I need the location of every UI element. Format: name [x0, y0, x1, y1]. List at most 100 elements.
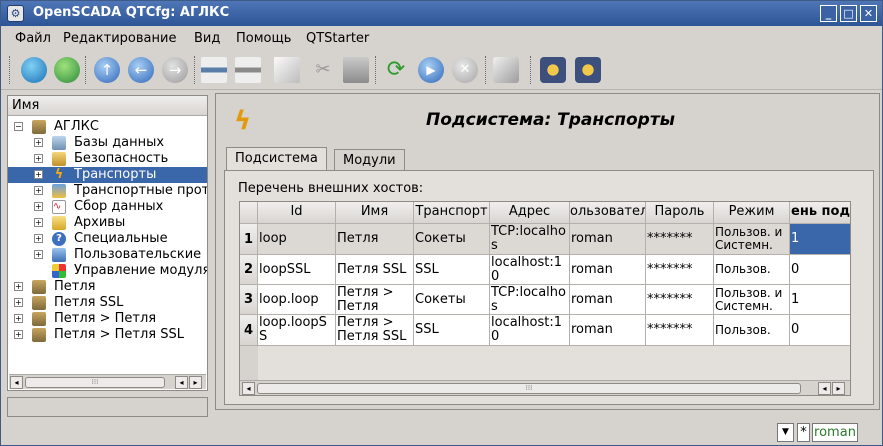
column-header[interactable]: ень под — [790, 202, 850, 224]
column-header[interactable]: Режим — [714, 202, 790, 224]
tree-item-archives[interactable]: + Архивы — [8, 215, 207, 231]
scroll-right-icon[interactable]: ▸ — [189, 376, 202, 389]
hosts-table[interactable]: Id Имя Транспорт Адрес ользовател Пароль Режим… — [239, 201, 851, 396]
table-cell[interactable]: ******* — [646, 255, 714, 285]
table-cell[interactable]: 0 — [790, 255, 850, 285]
copy-icon[interactable] — [274, 57, 300, 83]
table-cell[interactable]: ******* — [646, 285, 714, 315]
expand-icon[interactable]: + — [14, 330, 23, 339]
table-cell[interactable]: Сокеты — [414, 224, 490, 255]
menu-help[interactable]: Помощь — [236, 31, 291, 46]
toolbar-handle[interactable] — [9, 56, 11, 84]
back-icon[interactable]: ← — [128, 57, 154, 83]
paste-icon[interactable] — [343, 57, 369, 83]
table-cell[interactable]: Сокеты — [414, 285, 490, 315]
tab-modules[interactable]: Модули — [334, 149, 405, 171]
collapse-icon[interactable]: − — [14, 122, 23, 131]
table-cell[interactable]: roman — [570, 255, 646, 285]
forward-icon[interactable]: → — [162, 57, 188, 83]
dropdown-arrow-icon[interactable]: ▼ — [777, 423, 794, 442]
expand-icon[interactable]: + — [14, 314, 23, 323]
tree-item-loop-loop-ssl[interactable]: + Петля > Петля SSL — [8, 327, 207, 343]
column-header[interactable]: Пароль — [646, 202, 714, 224]
row-header[interactable]: 1 — [240, 224, 258, 255]
column-header[interactable]: Транспорт — [414, 202, 490, 224]
table-cell[interactable]: loop.loop — [258, 285, 336, 315]
table-cell[interactable]: ******* — [646, 315, 714, 346]
table-horizontal-scrollbar[interactable]: ◂ ⁞⁞⁞ ◂ ▸ — [240, 380, 850, 395]
column-header[interactable]: ользовател — [570, 202, 646, 224]
table-cell[interactable]: TCP:localhos — [490, 224, 570, 255]
db-save-icon[interactable] — [54, 57, 80, 83]
table-cell[interactable]: loopSSL — [258, 255, 336, 285]
expand-icon[interactable]: + — [34, 218, 43, 227]
refresh-icon[interactable]: ⟳ — [383, 57, 409, 83]
table-cell[interactable]: localhost:10 — [490, 255, 570, 285]
scroll-left-icon[interactable]: ◂ — [175, 376, 188, 389]
table-cell[interactable]: 1 — [790, 224, 850, 255]
scroll-left-icon[interactable]: ◂ — [10, 376, 23, 389]
expand-icon[interactable]: + — [34, 170, 43, 179]
maximize-button[interactable]: □ — [840, 5, 857, 22]
column-header[interactable]: Имя — [336, 202, 414, 224]
expand-icon[interactable]: + — [34, 138, 43, 147]
tree-item-transports[interactable]: + ϟ Транспорты — [8, 167, 207, 183]
tree-item-module-management[interactable]: Управление модуля — [8, 263, 207, 279]
scroll-right-icon[interactable]: ▸ — [832, 382, 845, 395]
menu-edit[interactable]: Редактирование — [63, 31, 176, 46]
table-cell[interactable]: ******* — [646, 224, 714, 255]
tree-item-databases[interactable]: + Базы данных — [8, 135, 207, 151]
close-button[interactable]: ✕ — [860, 5, 877, 22]
table-cell[interactable]: Пользов. и Системн. — [714, 224, 790, 255]
start-icon[interactable]: ▶ — [418, 57, 444, 83]
table-corner[interactable] — [240, 202, 258, 224]
scroll-thumb[interactable]: ⁞⁞⁞ — [257, 383, 801, 394]
expand-icon[interactable]: + — [34, 202, 43, 211]
expand-icon[interactable]: + — [34, 154, 43, 163]
tree-item-loop-loop[interactable]: + Петля > Петля — [8, 311, 207, 327]
tree-item-protocols[interactable]: + Транспортные прот — [8, 183, 207, 199]
add-item-icon[interactable] — [201, 57, 227, 83]
menu-qtstarter[interactable]: QTStarter — [306, 31, 369, 46]
table-cell[interactable]: localhost:10 — [490, 315, 570, 346]
tree-item-daq[interactable]: + ∿ Сбор данных — [8, 199, 207, 215]
db-load-icon[interactable] — [21, 57, 47, 83]
column-header[interactable]: Id — [258, 202, 336, 224]
stop-icon[interactable]: ✕ — [452, 57, 478, 83]
table-cell[interactable]: Петля > Петля SSL — [336, 315, 414, 346]
table-cell[interactable]: loop — [258, 224, 336, 255]
table-cell[interactable]: roman — [570, 315, 646, 346]
current-user[interactable]: roman — [812, 423, 858, 442]
table-cell[interactable]: Пользов. — [714, 315, 790, 346]
tree-item-special[interactable]: + ? Специальные — [8, 231, 207, 247]
table-cell[interactable]: loop.loopSS — [258, 315, 336, 346]
tree-item-loop[interactable]: + Петля — [8, 279, 207, 295]
table-cell[interactable]: SSL — [414, 255, 490, 285]
minimize-button[interactable]: _ — [820, 5, 837, 22]
table-cell[interactable]: Петля — [336, 224, 414, 255]
tab-subsystem[interactable]: Подсистема — [226, 147, 327, 172]
tree-item-user-interfaces[interactable]: + Пользовательские — [8, 247, 207, 263]
tree-header[interactable]: Имя — [8, 96, 207, 116]
table-cell[interactable]: 0 — [790, 315, 850, 346]
menu-view[interactable]: Вид — [194, 31, 220, 46]
expand-icon[interactable]: + — [14, 298, 23, 307]
whats-this-icon[interactable] — [493, 57, 519, 83]
cut-icon[interactable]: ✂ — [310, 57, 336, 83]
table-cell[interactable]: roman — [570, 224, 646, 255]
scroll-left-icon[interactable]: ◂ — [818, 382, 831, 395]
menu-file[interactable]: Файл — [15, 31, 51, 46]
table-cell[interactable]: SSL — [414, 315, 490, 346]
table-cell[interactable]: Петля > Петля — [336, 285, 414, 315]
qtcfg-module-icon[interactable] — [540, 57, 566, 83]
scroll-left-icon[interactable]: ◂ — [242, 382, 255, 395]
table-cell[interactable]: TCP:localhos — [490, 285, 570, 315]
expand-icon[interactable]: + — [34, 186, 43, 195]
table-cell[interactable]: Петля SSL — [336, 255, 414, 285]
scroll-thumb[interactable]: ⁞⁞⁞ — [25, 377, 165, 388]
tree-horizontal-scrollbar[interactable]: ◂ ⁞⁞⁞ ◂ ▸ — [9, 374, 206, 389]
table-cell[interactable]: Пользов. и Системн. — [714, 285, 790, 315]
row-header[interactable]: 3 — [240, 285, 258, 315]
row-header[interactable]: 4 — [240, 315, 258, 346]
tree-item-station[interactable]: − АГЛКС — [8, 119, 207, 135]
